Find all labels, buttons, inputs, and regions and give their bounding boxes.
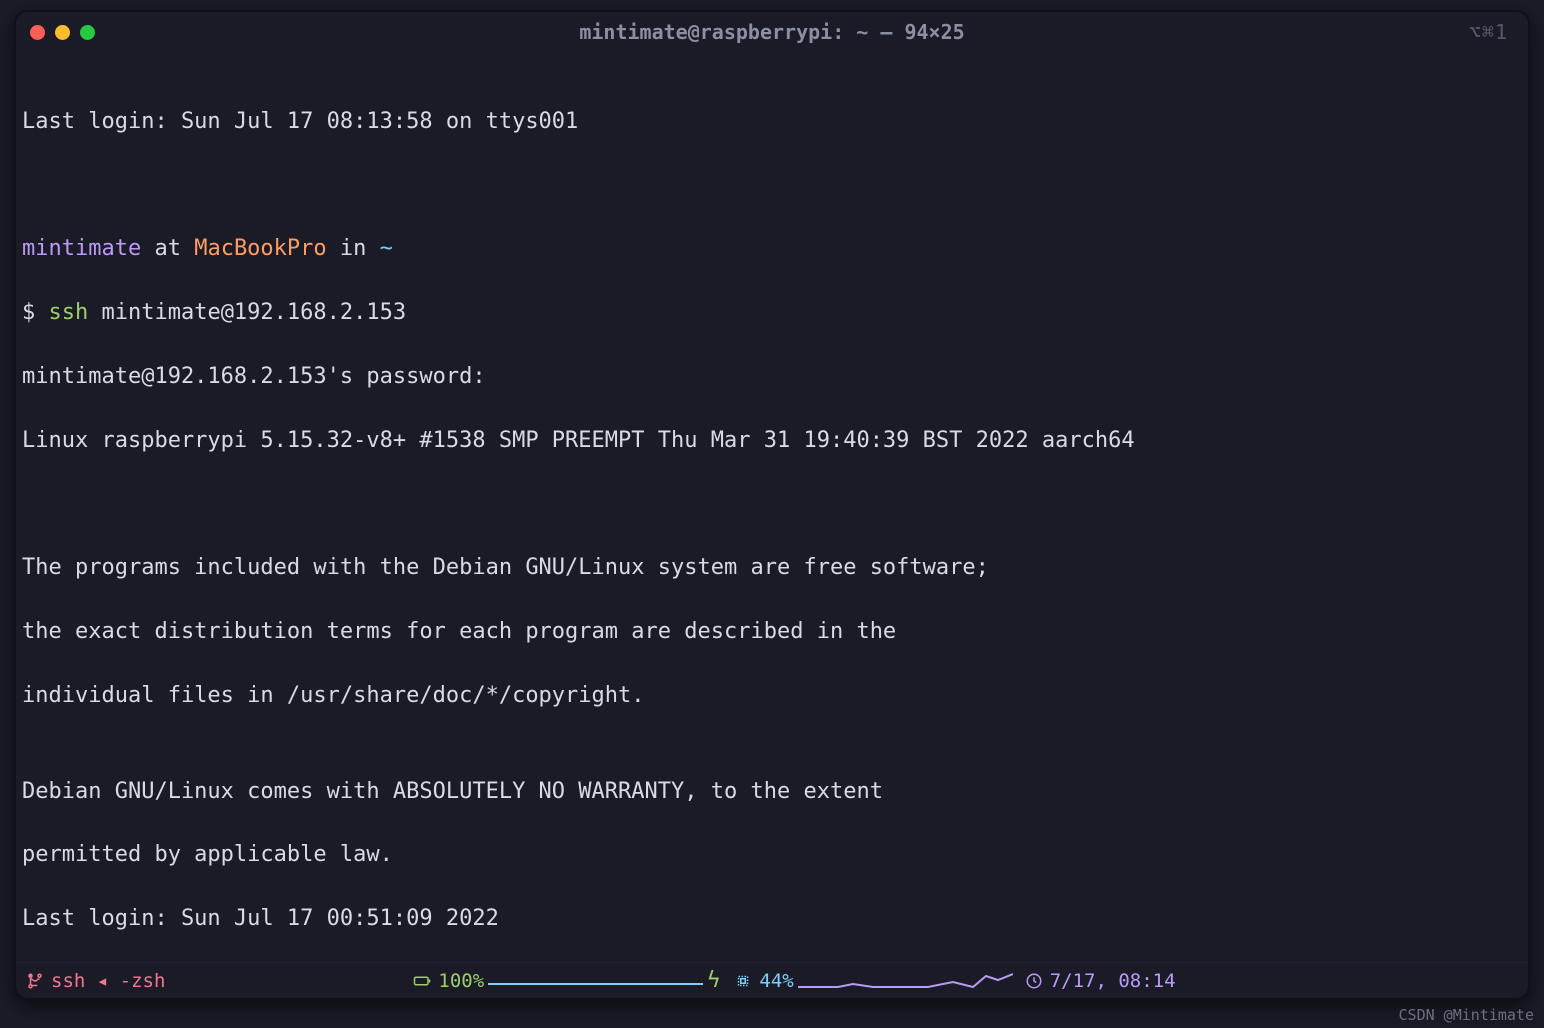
status-datetime-text: 7/17, 08:14 xyxy=(1050,970,1176,992)
clock-icon xyxy=(1025,972,1043,990)
cpu-icon xyxy=(734,972,752,990)
local-prompt-context: mintimate at MacBookPro in ~ xyxy=(22,233,1522,265)
window-title: mintimate@raspberrypi: ~ — 94×25 xyxy=(16,20,1528,44)
status-charging: ϟ xyxy=(707,968,720,993)
motd-line: individual files in /usr/share/doc/*/cop… xyxy=(22,680,1522,712)
close-button[interactable] xyxy=(30,25,45,40)
local-host: MacBookPro xyxy=(194,236,326,261)
motd-line: The programs included with the Debian GN… xyxy=(22,552,1522,584)
status-datetime: 7/17, 08:14 xyxy=(1025,970,1176,992)
window-shortcut-hint: ⌥⌘1 xyxy=(1469,20,1508,44)
terminal-body[interactable]: Last login: Sun Jul 17 08:13:58 on ttys0… xyxy=(16,52,1528,962)
ssh-cmd: ssh xyxy=(49,300,102,325)
uname-line: Linux raspberrypi 5.15.32-v8+ #1538 SMP … xyxy=(22,425,1522,457)
password-prompt-line: mintimate@192.168.2.153's password: xyxy=(22,361,1522,393)
ssh-command-line: $ ssh mintimate@192.168.2.153 xyxy=(22,297,1522,329)
status-battery-text: 100% xyxy=(438,970,484,992)
zoom-button[interactable] xyxy=(80,25,95,40)
blank-line xyxy=(22,489,1522,521)
local-path: ~ xyxy=(380,236,393,261)
motd-line: Debian GNU/Linux comes with ABSOLUTELY N… xyxy=(22,776,1522,808)
motd-line: the exact distribution terms for each pr… xyxy=(22,616,1522,648)
blank-line xyxy=(22,170,1522,202)
local-user: mintimate xyxy=(22,236,141,261)
status-cpu: 44% xyxy=(734,970,793,992)
battery-sparkline xyxy=(488,970,703,992)
remote-last-login-line: Last login: Sun Jul 17 00:51:09 2022 xyxy=(22,903,1522,935)
last-login-line: Last login: Sun Jul 17 08:13:58 on ttys0… xyxy=(22,106,1522,138)
motd-line: permitted by applicable law. xyxy=(22,839,1522,871)
status-battery: 100% xyxy=(413,970,484,992)
battery-icon xyxy=(413,972,431,990)
watermark: CSDN @Mintimate xyxy=(1399,1006,1534,1024)
status-cpu-text: 44% xyxy=(759,970,793,992)
terminal-window: mintimate@raspberrypi: ~ — 94×25 ⌥⌘1 Las… xyxy=(14,10,1530,1000)
ssh-target: mintimate@192.168.2.153 xyxy=(101,300,406,325)
statusbar: ssh ◂ -zsh 100% ϟ 44% 7/17, 08:14 xyxy=(16,962,1528,998)
traffic-lights xyxy=(30,25,95,40)
status-process: ssh ◂ -zsh xyxy=(26,970,165,992)
cpu-sparkline xyxy=(798,970,1013,992)
titlebar: mintimate@raspberrypi: ~ — 94×25 ⌥⌘1 xyxy=(16,12,1528,52)
status-process-text: ssh ◂ -zsh xyxy=(51,970,165,992)
minimize-button[interactable] xyxy=(55,25,70,40)
lightning-icon: ϟ xyxy=(707,968,720,993)
git-branch-icon xyxy=(26,972,44,990)
